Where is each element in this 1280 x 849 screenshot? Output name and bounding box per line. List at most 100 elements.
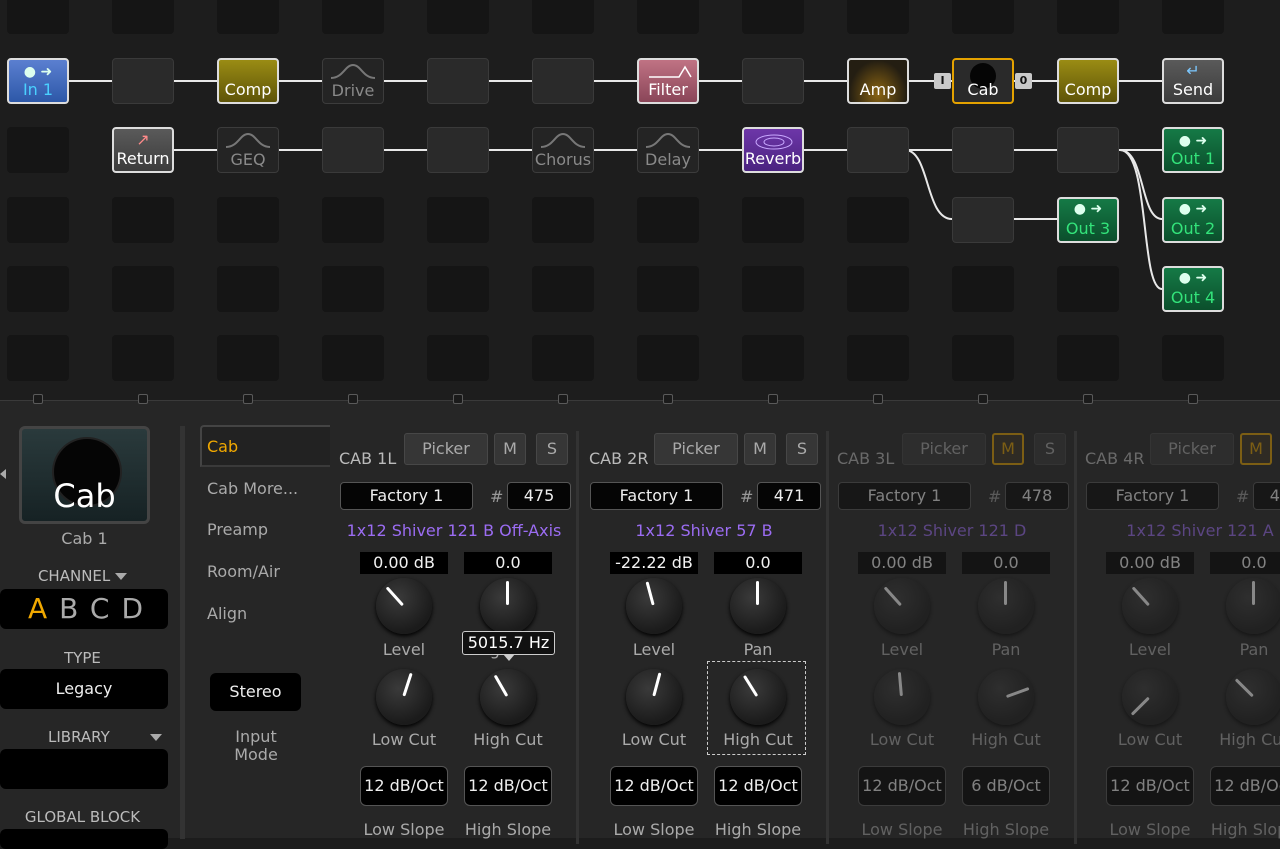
mute-button[interactable]: M	[992, 433, 1024, 465]
high-slope-label: High Slope	[1210, 820, 1280, 839]
tab-align[interactable]: Align	[207, 604, 247, 623]
solo-button[interactable]: S	[786, 433, 818, 465]
block-geq[interactable]: GEQ	[217, 127, 279, 173]
tab-cab-more-[interactable]: Cab More...	[207, 479, 298, 498]
cab-number-field[interactable]: 479	[1253, 482, 1280, 510]
column-handle[interactable]	[768, 394, 778, 404]
empty-slot[interactable]	[427, 58, 489, 104]
high-slope-field[interactable]: 12 dB/Oct	[1210, 766, 1280, 806]
block-chorus[interactable]: Chorus	[532, 127, 594, 173]
picker-button[interactable]: Picker	[902, 433, 986, 465]
block-reverb[interactable]: Reverb	[742, 127, 804, 173]
column-handle[interactable]	[663, 394, 673, 404]
high-slope-field[interactable]: 12 dB/Oct	[464, 766, 552, 806]
block-in1[interactable]: ● ➜ In 1	[7, 58, 69, 104]
column-handle[interactable]	[1083, 394, 1093, 404]
column-handle[interactable]	[243, 394, 253, 404]
second-knob[interactable]	[480, 578, 536, 634]
empty-slot[interactable]	[1057, 127, 1119, 173]
block-send[interactable]: ↵ Send	[1162, 58, 1224, 104]
type-field[interactable]: Legacy	[0, 669, 168, 709]
column-handle[interactable]	[873, 394, 883, 404]
picker-button[interactable]: Picker	[1150, 433, 1234, 465]
high-slope-field[interactable]: 6 dB/Oct	[962, 766, 1050, 806]
channel-d[interactable]: D	[121, 592, 155, 625]
second-label: Pan	[1239, 640, 1269, 659]
block-icon-tile[interactable]: Cab	[19, 426, 150, 524]
column-handle[interactable]	[33, 394, 43, 404]
high-cut-knob[interactable]	[480, 669, 536, 725]
empty-slot[interactable]	[952, 197, 1014, 243]
low-cut-knob[interactable]	[874, 669, 930, 725]
column-handle[interactable]	[558, 394, 568, 404]
high-cut-knob[interactable]	[1226, 669, 1280, 725]
bank-field[interactable]: Factory 1	[340, 482, 473, 510]
high-cut-knob[interactable]	[978, 669, 1034, 725]
bank-field[interactable]: Factory 1	[590, 482, 723, 510]
second-knob[interactable]	[978, 578, 1034, 634]
low-slope-field[interactable]: 12 dB/Oct	[858, 766, 946, 806]
second-knob[interactable]	[1226, 578, 1280, 634]
level-knob[interactable]	[376, 578, 432, 634]
level-knob[interactable]	[1122, 578, 1178, 634]
input-mode-button[interactable]: Stereo	[210, 673, 301, 711]
library-label[interactable]: LIBRARY	[0, 728, 170, 746]
bank-field[interactable]: Factory 1	[838, 482, 971, 510]
cab-number-field[interactable]: 475	[507, 482, 571, 510]
mute-button[interactable]: M	[744, 433, 776, 465]
block-delay[interactable]: Delay	[637, 127, 699, 173]
channel-b[interactable]: B	[59, 592, 90, 625]
low-slope-field[interactable]: 12 dB/Oct	[1106, 766, 1194, 806]
column-handle[interactable]	[348, 394, 358, 404]
block-filter[interactable]: Filter	[637, 58, 699, 104]
tab-room-air[interactable]: Room/Air	[207, 562, 280, 581]
column-handle[interactable]	[978, 394, 988, 404]
empty-slot[interactable]	[532, 58, 594, 104]
bank-field[interactable]: Factory 1	[1086, 482, 1219, 510]
empty-slot[interactable]	[742, 58, 804, 104]
solo-button[interactable]: S	[536, 433, 568, 465]
library-field[interactable]	[0, 749, 168, 789]
level-knob[interactable]	[626, 578, 682, 634]
block-amp[interactable]: Amp	[847, 58, 909, 104]
empty-slot[interactable]	[847, 127, 909, 173]
channel-a[interactable]: A	[28, 592, 59, 625]
block-out2[interactable]: ● ➜ Out 2	[1162, 197, 1224, 243]
column-handle[interactable]	[138, 394, 148, 404]
block-return[interactable]: ↗ Return	[112, 127, 174, 173]
block-out4[interactable]: ● ➜ Out 4	[1162, 266, 1224, 312]
low-cut-knob[interactable]	[376, 669, 432, 725]
low-slope-field[interactable]: 12 dB/Oct	[360, 766, 448, 806]
channel-label[interactable]: CHANNEL	[0, 567, 165, 585]
empty-slot[interactable]	[322, 127, 384, 173]
high-slope-field[interactable]: 12 dB/Oct	[714, 766, 802, 806]
picker-button[interactable]: Picker	[404, 433, 488, 465]
block-out3[interactable]: ● ➜ Out 3	[1057, 197, 1119, 243]
cab-number-field[interactable]: 478	[1005, 482, 1069, 510]
column-handle[interactable]	[453, 394, 463, 404]
picker-button[interactable]: Picker	[654, 433, 738, 465]
second-knob[interactable]	[730, 578, 786, 634]
low-cut-knob[interactable]	[626, 669, 682, 725]
solo-button[interactable]: S	[1034, 433, 1066, 465]
block-cab[interactable]: Cab	[952, 58, 1014, 104]
mute-button[interactable]: M	[1240, 433, 1272, 465]
column-handle[interactable]	[1188, 394, 1198, 404]
channel-c[interactable]: C	[90, 592, 122, 625]
block-out1[interactable]: ● ➜ Out 1	[1162, 127, 1224, 173]
global-block-field[interactable]	[0, 829, 168, 849]
empty-slot[interactable]	[112, 58, 174, 104]
block-comp1[interactable]: Comp	[217, 58, 279, 104]
tab-cab[interactable]: Cab	[207, 437, 238, 456]
cab-number-field[interactable]: 471	[757, 482, 821, 510]
tab-preamp[interactable]: Preamp	[207, 520, 268, 539]
level-knob[interactable]	[874, 578, 930, 634]
block-drive[interactable]: Drive	[322, 58, 384, 104]
empty-slot[interactable]	[427, 127, 489, 173]
empty-slot[interactable]	[952, 127, 1014, 173]
low-slope-field[interactable]: 12 dB/Oct	[610, 766, 698, 806]
low-cut-knob[interactable]	[1122, 669, 1178, 725]
block-comp2[interactable]: Comp	[1057, 58, 1119, 104]
mute-button[interactable]: M	[494, 433, 526, 465]
block-arrow-icon[interactable]	[0, 469, 6, 479]
